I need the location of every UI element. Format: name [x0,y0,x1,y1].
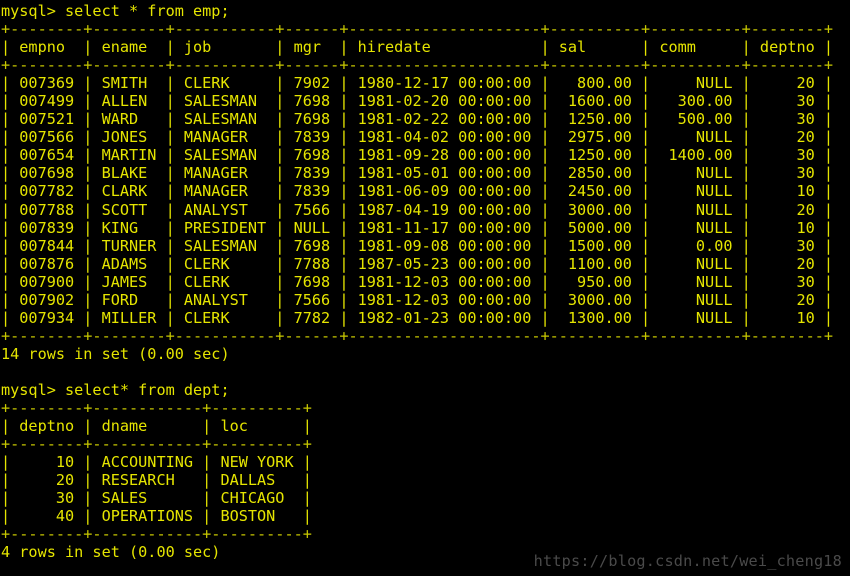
table-row: | 20 | RESEARCH | DALLAS | [1,471,312,490]
table-row: | 007844 | TURNER | SALESMAN | 7698 | 19… [1,236,834,255]
table-1-header-rule: +--------+------------+----------+ [1,435,312,454]
table-row: | 007782 | CLARK | MANAGER | 7839 | 1981… [1,182,834,201]
table-row: | 007499 | ALLEN | SALESMAN | 7698 | 198… [1,92,834,111]
table-1-top-rule: +--------+------------+----------+ [1,399,312,418]
table-row: | 007654 | MARTIN | SALESMAN | 7698 | 19… [1,146,834,165]
table-row: | 30 | SALES | CHICAGO | [1,489,312,508]
table-row: | 007839 | KING | PRESIDENT | NULL | 198… [1,218,834,237]
table-row: | 007788 | SCOTT | ANALYST | 7566 | 1987… [1,200,834,219]
table-row: | 007566 | JONES | MANAGER | 7839 | 1981… [1,128,834,147]
command-prompt-line-0: mysql> select * from emp; [1,2,230,20]
table-0-bottom-rule: +--------+--------+-----------+------+--… [1,326,834,345]
table-row: | 10 | ACCOUNTING | NEW YORK | [1,453,312,472]
table-1-bottom-rule: +--------+------------+----------+ [1,525,312,544]
table-row: | 007521 | WARD | SALESMAN | 7698 | 1981… [1,110,834,129]
table-1-header-row: | deptno | dname | loc | [1,417,312,436]
table-row: | 007698 | BLAKE | MANAGER | 7839 | 1981… [1,164,834,183]
terminal-output: mysql> select * from emp; +--------+-----… [0,0,850,576]
table-row: | 007934 | MILLER | CLERK | 7782 | 1982-… [1,308,834,327]
watermark-text: https://blog.csdn.net/wei_cheng18 [533,552,842,570]
table-row: | 007369 | SMITH | CLERK | 7902 | 1980-1… [1,74,834,93]
table-0-header-row: | empno | ename | job | mgr | hiredate |… [1,38,834,57]
command-prompt-line-1: mysql> select* from dept; [1,380,230,399]
table-0-top-rule: +--------+--------+-----------+------+--… [1,20,834,39]
table-row: | 007876 | ADAMS | CLERK | 7788 | 1987-0… [1,254,834,273]
table-row: | 007900 | JAMES | CLERK | 7698 | 1981-1… [1,272,834,291]
result-footer-0: 14 rows in set (0.00 sec) [1,344,230,363]
table-row: | 40 | OPERATIONS | BOSTON | [1,507,312,526]
table-0-header-rule: +--------+--------+-----------+------+--… [1,56,834,75]
table-row: | 007902 | FORD | ANALYST | 7566 | 1981-… [1,290,834,309]
